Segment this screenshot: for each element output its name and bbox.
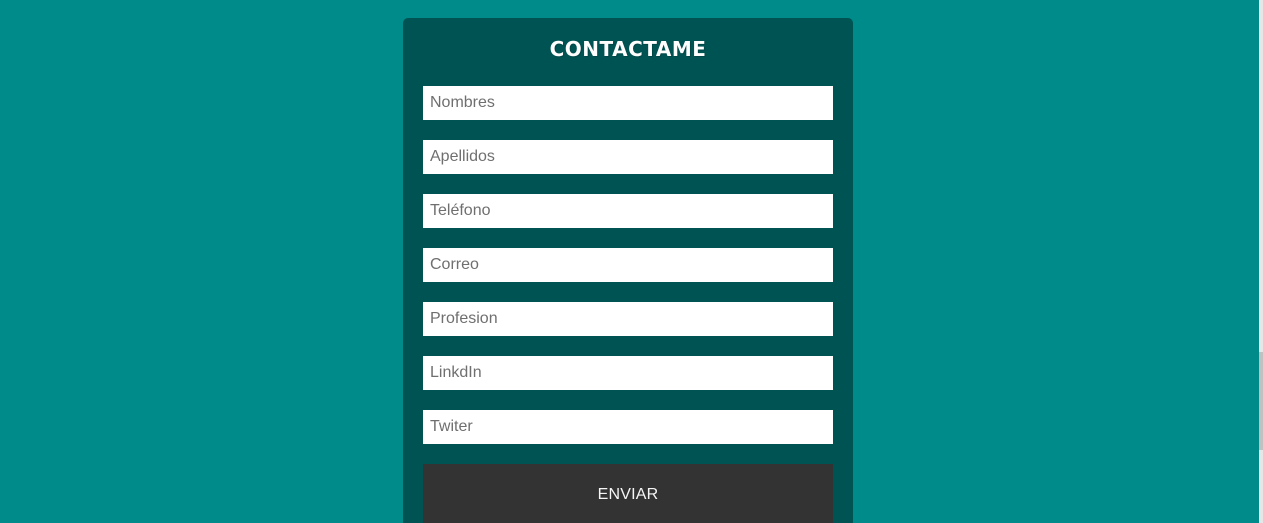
profesion-input[interactable] xyxy=(423,302,833,336)
apellidos-input[interactable] xyxy=(423,140,833,174)
vertical-scrollbar[interactable] xyxy=(1259,0,1263,523)
contact-form-card: CONTACTAME ENVIAR xyxy=(403,18,853,523)
enviar-button[interactable]: ENVIAR xyxy=(423,464,833,523)
nombres-input[interactable] xyxy=(423,86,833,120)
form-title: CONTACTAME xyxy=(549,37,707,61)
twitter-input[interactable] xyxy=(423,410,833,444)
telefono-input[interactable] xyxy=(423,194,833,228)
scrollbar-thumb[interactable] xyxy=(1259,352,1263,450)
page: CONTACTAME ENVIAR xyxy=(0,0,1263,523)
linkedin-input[interactable] xyxy=(423,356,833,390)
correo-input[interactable] xyxy=(423,248,833,282)
